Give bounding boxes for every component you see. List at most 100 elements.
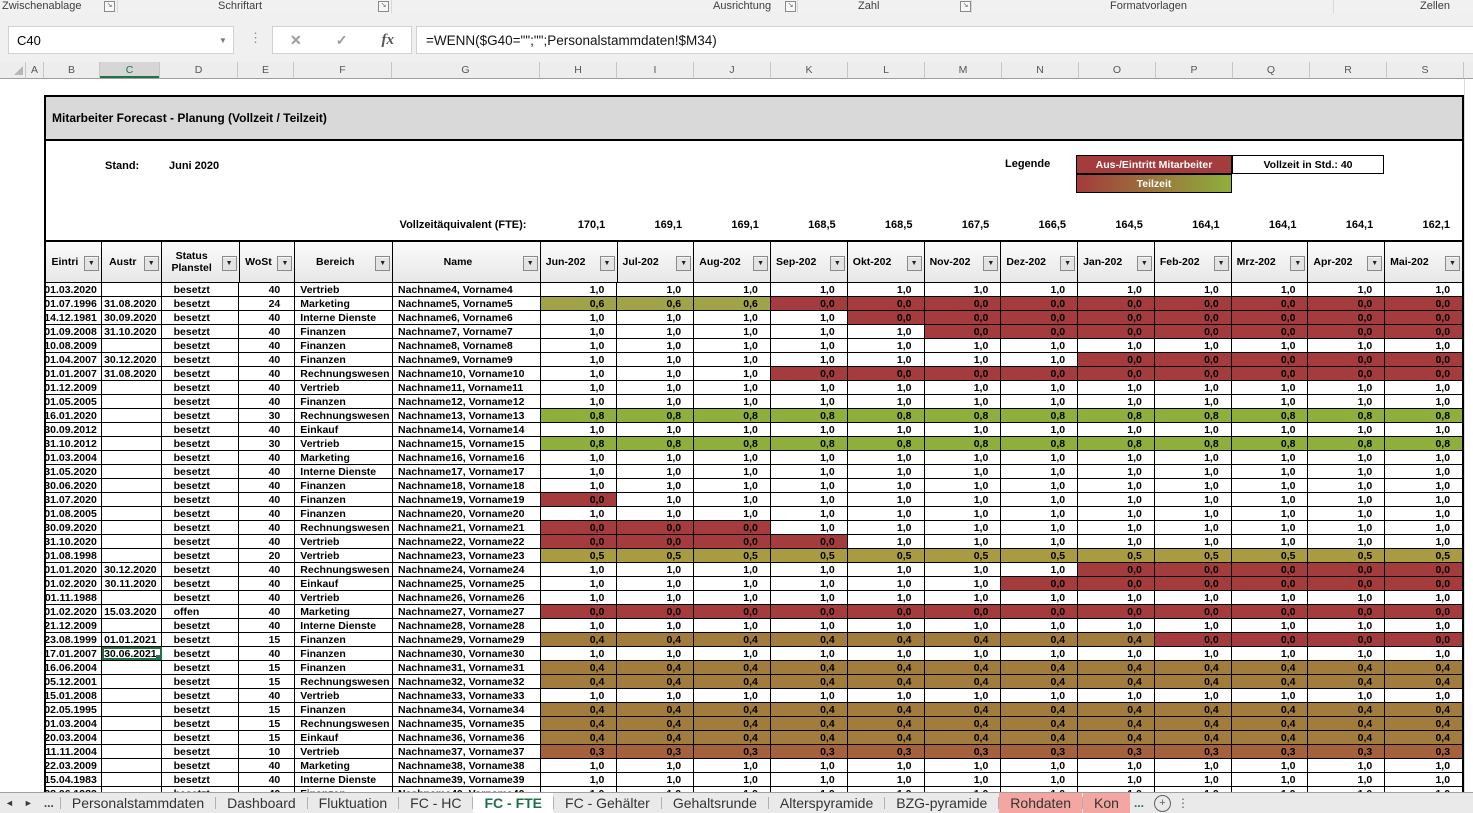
cell-month-value[interactable]: 1,0 bbox=[541, 507, 618, 520]
cell-b[interactable]: Marketing bbox=[295, 759, 393, 772]
tab-bar-more-icon[interactable]: ⋮ bbox=[1177, 793, 1193, 813]
cell-name[interactable]: Nachname21, Vorname21 bbox=[393, 521, 541, 534]
cell-month-value[interactable]: 0,3 bbox=[1232, 745, 1309, 758]
cell-month-value[interactable]: 0,0 bbox=[1155, 367, 1232, 380]
cell-month-value[interactable]: 0,4 bbox=[694, 703, 771, 716]
cell-month-value[interactable]: 0,0 bbox=[1232, 577, 1309, 590]
cell-month-value[interactable]: 1,0 bbox=[1232, 493, 1309, 506]
cell-a[interactable] bbox=[102, 703, 162, 716]
cell-name[interactable]: Nachname39, Vorname39 bbox=[393, 773, 541, 786]
cell-a[interactable] bbox=[102, 591, 162, 604]
cell-b[interactable]: Vertrieb bbox=[295, 283, 393, 296]
name-box-dropdown-icon[interactable]: ▼ bbox=[213, 36, 233, 45]
cell-a[interactable]: 15.03.2020 bbox=[102, 605, 162, 618]
cell-month-value[interactable]: 0,0 bbox=[848, 297, 925, 310]
cell-month-value[interactable]: 1,0 bbox=[1001, 479, 1078, 492]
cell-month-value[interactable]: 1,0 bbox=[1155, 507, 1232, 520]
cell-month-value[interactable]: 1,0 bbox=[1308, 493, 1385, 506]
cell-month-value[interactable]: 0,3 bbox=[1155, 745, 1232, 758]
cell-name[interactable]: Nachname15, Vorname15 bbox=[393, 437, 541, 450]
cell-month-value[interactable]: 0,4 bbox=[1308, 731, 1385, 744]
cell-month-value[interactable]: 0,4 bbox=[1078, 633, 1155, 646]
cell-month-value[interactable]: 1,0 bbox=[1078, 479, 1155, 492]
cell-b[interactable]: Vertrieb bbox=[295, 381, 393, 394]
name-box[interactable]: C40 ▼ bbox=[8, 26, 234, 54]
filter-dropdown-icon[interactable]: ▼ bbox=[277, 256, 292, 271]
cell-month-value[interactable]: 0,4 bbox=[617, 661, 694, 674]
cell-s[interactable]: besetzt bbox=[162, 619, 240, 632]
cell-name[interactable]: Nachname36, Vorname36 bbox=[393, 731, 541, 744]
cell-e[interactable]: 30.09.2020 bbox=[46, 521, 102, 534]
cell-month-value[interactable]: 0,4 bbox=[925, 717, 1002, 730]
cell-name[interactable]: Nachname14, Vorname14 bbox=[393, 423, 541, 436]
cell-month-value[interactable]: 0,5 bbox=[1001, 549, 1078, 562]
cell-month-value[interactable]: 1,0 bbox=[1308, 381, 1385, 394]
cell-month-value[interactable]: 1,0 bbox=[617, 367, 694, 380]
cell-month-value[interactable]: 1,0 bbox=[694, 451, 771, 464]
cell-e[interactable]: 22.03.2009 bbox=[46, 759, 102, 772]
cell-e[interactable]: 30.06.2020 bbox=[46, 479, 102, 492]
cell-month-value[interactable]: 1,0 bbox=[1155, 283, 1232, 296]
cell-month-value[interactable]: 0,0 bbox=[541, 493, 618, 506]
cell-month-value[interactable]: 1,0 bbox=[848, 493, 925, 506]
cell-s[interactable]: besetzt bbox=[162, 493, 240, 506]
cell-month-value[interactable]: 1,0 bbox=[617, 423, 694, 436]
cell-s[interactable]: besetzt bbox=[162, 437, 240, 450]
cell-month-value[interactable]: 0,0 bbox=[1155, 605, 1232, 618]
cell-month-value[interactable]: 0,8 bbox=[541, 409, 618, 422]
cell-month-value[interactable]: 0,0 bbox=[1155, 633, 1232, 646]
cell-month-value[interactable]: 1,0 bbox=[541, 283, 618, 296]
cell-month-value[interactable]: 1,0 bbox=[1078, 535, 1155, 548]
cell-a[interactable]: 30.12.2020 bbox=[102, 353, 162, 366]
cell-month-value[interactable]: 1,0 bbox=[1001, 493, 1078, 506]
cell-month-value[interactable]: 1,0 bbox=[617, 311, 694, 324]
cancel-icon[interactable]: ✕ bbox=[290, 32, 302, 49]
cell-s[interactable]: besetzt bbox=[162, 633, 240, 646]
cell-month-value[interactable]: 0,0 bbox=[1232, 311, 1309, 324]
cell-month-value[interactable]: 1,0 bbox=[1385, 339, 1462, 352]
cell-w[interactable]: 40 bbox=[239, 493, 295, 506]
cell-month-value[interactable]: 1,0 bbox=[1385, 479, 1462, 492]
sheet-tab-fc-fte[interactable]: FC - FTE bbox=[473, 793, 553, 813]
cell-month-value[interactable]: 1,0 bbox=[694, 283, 771, 296]
cell-month-value[interactable]: 1,0 bbox=[694, 325, 771, 338]
cell-month-value[interactable]: 1,0 bbox=[617, 689, 694, 702]
cell-w[interactable]: 30 bbox=[239, 437, 295, 450]
cell-month-value[interactable]: 1,0 bbox=[541, 773, 618, 786]
cell-b[interactable]: Finanzen bbox=[295, 493, 393, 506]
cell-month-value[interactable]: 1,0 bbox=[1385, 465, 1462, 478]
cell-a[interactable] bbox=[102, 479, 162, 492]
column-header-D[interactable]: D bbox=[160, 62, 238, 79]
cell-month-value[interactable]: 1,0 bbox=[1385, 759, 1462, 772]
cell-month-value[interactable]: 1,0 bbox=[541, 479, 618, 492]
cell-w[interactable]: 10 bbox=[239, 745, 295, 758]
cell-month-value[interactable]: 1,0 bbox=[1001, 395, 1078, 408]
cell-month-value[interactable]: 1,0 bbox=[1078, 493, 1155, 506]
cell-w[interactable]: 40 bbox=[239, 759, 295, 772]
cell-month-value[interactable]: 0,6 bbox=[617, 297, 694, 310]
cell-month-value[interactable]: 0,4 bbox=[771, 717, 848, 730]
cell-month-value[interactable]: 1,0 bbox=[1078, 423, 1155, 436]
cell-month-value[interactable]: 1,0 bbox=[541, 465, 618, 478]
cell-month-value[interactable]: 1,0 bbox=[1232, 647, 1309, 660]
cell-month-value[interactable]: 1,0 bbox=[925, 759, 1002, 772]
cell-a[interactable]: 30.12.2020 bbox=[102, 563, 162, 576]
cell-month-value[interactable]: 0,4 bbox=[694, 661, 771, 674]
cell-month-value[interactable]: 1,0 bbox=[1232, 535, 1309, 548]
cell-month-value[interactable]: 1,0 bbox=[694, 563, 771, 576]
cell-month-value[interactable]: 0,0 bbox=[771, 605, 848, 618]
cell-s[interactable]: besetzt bbox=[162, 451, 240, 464]
column-header-P[interactable]: P bbox=[1156, 62, 1233, 79]
cell-month-value[interactable]: 1,0 bbox=[1232, 395, 1309, 408]
cell-name[interactable]: Nachname26, Vorname26 bbox=[393, 591, 541, 604]
column-header-J[interactable]: J bbox=[694, 62, 771, 79]
cell-e[interactable]: 02.05.1995 bbox=[46, 703, 102, 716]
cell-e[interactable]: 16.01.2020 bbox=[46, 409, 102, 422]
cell-month-value[interactable]: 1,0 bbox=[848, 563, 925, 576]
cell-month-value[interactable]: 0,0 bbox=[1232, 325, 1309, 338]
cell-month-value[interactable]: 1,0 bbox=[541, 619, 618, 632]
cell-s[interactable]: besetzt bbox=[162, 297, 240, 310]
column-header-C[interactable]: C bbox=[100, 62, 160, 79]
cell-month-value[interactable]: 0,4 bbox=[1385, 675, 1462, 688]
cell-month-value[interactable]: 0,0 bbox=[1308, 311, 1385, 324]
